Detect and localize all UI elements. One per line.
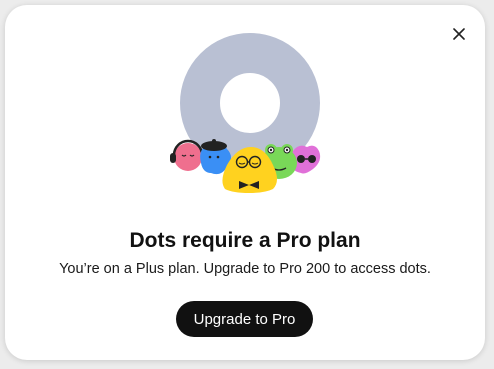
upgrade-modal: Dots require a Pro plan You’re on a Plus…	[5, 5, 485, 360]
modal-title: Dots require a Pro plan	[129, 229, 361, 252]
ring-shape	[180, 33, 320, 173]
upgrade-to-pro-button[interactable]: Upgrade to Pro	[176, 301, 313, 337]
modal-subtitle: You’re on a Plus plan. Upgrade to Pro 20…	[59, 261, 431, 277]
close-button[interactable]	[447, 22, 471, 46]
close-icon	[453, 28, 465, 40]
pink-character	[170, 139, 204, 171]
dots-illustration	[170, 33, 321, 193]
